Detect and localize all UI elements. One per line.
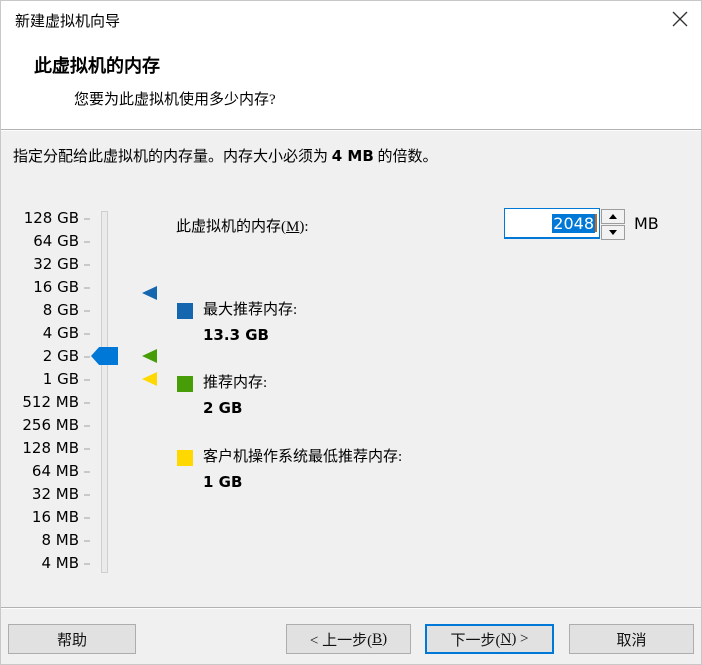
memory-field-label: 此虚拟机的内存(M):	[176, 215, 309, 236]
next-label-post: ) >	[511, 630, 529, 647]
scale-label: 8 MB	[41, 531, 79, 549]
memory-scale: 128 GB 64 GB 32 GB 16 GB 8 GB 4 GB 2 GB …	[1, 207, 79, 575]
back-button[interactable]: < 上一步(B)	[286, 624, 411, 654]
next-accesskey: N	[500, 630, 512, 647]
max-recommended-label: 最大推荐内存:	[203, 302, 298, 318]
guest-minimum-value: 1 GB	[203, 473, 243, 491]
scale-label: 128 GB	[23, 209, 79, 227]
close-button[interactable]	[663, 5, 697, 33]
max-memory-arrow-icon	[142, 286, 157, 300]
arrow-down-icon	[609, 230, 617, 235]
back-accesskey: B	[372, 630, 383, 647]
page-title: 此虚拟机的内存	[34, 56, 160, 76]
next-label-pre: 下一步(	[450, 632, 501, 649]
scale-label: 2 GB	[42, 347, 79, 365]
recommended-memory-arrow-icon	[142, 349, 157, 363]
close-icon	[672, 11, 688, 27]
recommended-value: 2 GB	[203, 399, 243, 417]
scale-ticks	[84, 207, 90, 575]
text-caret	[595, 214, 597, 232]
page-subtitle: 您要为此虚拟机使用多少内存?	[74, 92, 276, 108]
wizard-header: 新建虚拟机向导 此虚拟机的内存 您要为此虚拟机使用多少内存?	[1, 1, 701, 129]
instruction-post: 的倍数。	[373, 149, 438, 165]
instruction-strong: 4 MB	[331, 147, 374, 165]
spin-down-button[interactable]	[601, 225, 625, 240]
scale-label: 64 GB	[33, 232, 79, 250]
guest-minimum-label: 客户机操作系统最低推荐内存:	[203, 449, 403, 465]
back-label-pre: < 上一步(	[309, 632, 373, 649]
scale-label: 256 MB	[22, 416, 79, 434]
memory-input[interactable]: 2048	[504, 208, 600, 239]
scale-label: 16 MB	[31, 508, 79, 526]
new-vm-wizard-dialog: 新建虚拟机向导 此虚拟机的内存 您要为此虚拟机使用多少内存? 指定分配给此虚拟机…	[0, 0, 702, 665]
memory-slider-track[interactable]	[101, 211, 108, 573]
memory-field-label-pre: 此虚拟机的内存(	[176, 219, 286, 235]
scale-label: 64 MB	[31, 462, 79, 480]
max-recommended-swatch-icon	[177, 303, 193, 319]
scale-label: 16 GB	[33, 278, 79, 296]
minimum-memory-arrow-icon	[142, 372, 157, 386]
scale-label: 32 MB	[31, 485, 79, 503]
legend-max-recommended: 最大推荐内存: 13.3 GB	[177, 301, 297, 344]
help-button[interactable]: 帮助	[8, 624, 136, 654]
memory-unit-label: MB	[634, 214, 659, 233]
legend-recommended: 推荐内存: 2 GB	[177, 374, 267, 417]
memory-input-value: 2048	[552, 213, 595, 233]
recommended-label: 推荐内存:	[203, 375, 268, 391]
footer-divider	[1, 607, 701, 609]
legend-guest-minimum: 客户机操作系统最低推荐内存: 1 GB	[177, 448, 402, 491]
cancel-button[interactable]: 取消	[569, 624, 694, 654]
instruction-text: 指定分配给此虚拟机的内存量。内存大小必须为 4 MB 的倍数。	[13, 145, 438, 166]
scale-label: 128 MB	[22, 439, 79, 457]
scale-label: 4 GB	[42, 324, 79, 342]
back-label-post: )	[382, 630, 388, 647]
scale-label: 32 GB	[33, 255, 79, 273]
window-title: 新建虚拟机向导	[15, 14, 121, 30]
guest-minimum-swatch-icon	[177, 450, 193, 466]
memory-spinner	[601, 209, 625, 240]
scale-label: 1 GB	[42, 370, 79, 388]
memory-field-accesskey: M	[286, 219, 300, 235]
spin-up-button[interactable]	[601, 209, 625, 224]
max-recommended-value: 13.3 GB	[203, 326, 269, 344]
memory-field-label-post: ):	[299, 219, 309, 235]
scale-label: 4 MB	[41, 554, 79, 572]
header-divider	[1, 129, 701, 131]
next-button[interactable]: 下一步(N) >	[425, 624, 554, 654]
recommended-swatch-icon	[177, 376, 193, 392]
instruction-pre: 指定分配给此虚拟机的内存量。内存大小必须为	[13, 149, 332, 165]
arrow-up-icon	[609, 214, 617, 219]
scale-label: 8 GB	[42, 301, 79, 319]
scale-label: 512 MB	[22, 393, 79, 411]
memory-slider-handle[interactable]	[91, 347, 118, 365]
